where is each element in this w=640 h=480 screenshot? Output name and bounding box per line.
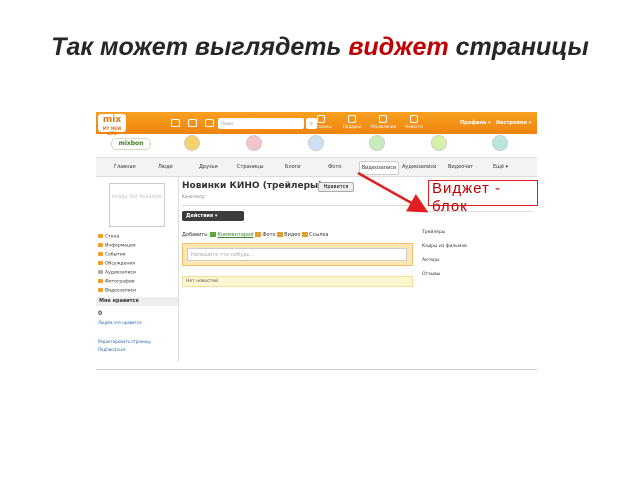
video-icon xyxy=(98,288,103,292)
add-link[interactable]: Ссылка xyxy=(309,232,328,238)
nav-gifts[interactable]: Подарки xyxy=(339,115,365,129)
slide-title-end: страницы xyxy=(448,33,589,61)
menu-info[interactable]: Информация xyxy=(98,243,176,249)
link-icon xyxy=(302,232,309,237)
post-input[interactable]: Напишите что-нибудь... xyxy=(187,248,407,261)
main-nav: Главная Люди Друзья Страницы Блоги Фото … xyxy=(96,157,537,177)
nav-home[interactable]: Главная xyxy=(114,164,136,170)
search-input[interactable]: Поиск xyxy=(218,118,304,129)
nav-ads[interactable]: Объявления xyxy=(370,115,396,129)
left-column: Image Not Available Стена Информация Соб… xyxy=(96,177,179,362)
like-button[interactable]: Нравится xyxy=(318,182,354,192)
divider xyxy=(182,205,413,206)
menu-photos[interactable]: Фотографии xyxy=(98,279,176,285)
widget-link-actors[interactable]: Актеры xyxy=(422,258,440,263)
target-icon[interactable] xyxy=(431,135,447,151)
audio-icon xyxy=(98,270,103,274)
nav-news[interactable]: Новости xyxy=(401,115,427,129)
subscribe-link[interactable]: Подписаться xyxy=(98,347,125,352)
trophy-icon[interactable] xyxy=(492,135,508,151)
menu-audio[interactable]: Аудиозаписи xyxy=(98,270,176,276)
comment-icon xyxy=(210,232,217,237)
notifications-icon[interactable] xyxy=(171,119,180,127)
nav-pages[interactable]: Страницы xyxy=(237,164,264,170)
balance: $ 799.51 0,00 xyxy=(576,115,590,139)
slide-title: Так может выглядеть виджет страницы xyxy=(0,33,640,62)
photo-icon xyxy=(98,279,103,283)
nav-shops[interactable]: Магазины xyxy=(308,115,334,129)
add-label: Добавить: xyxy=(182,232,209,238)
nav-more[interactable]: Ещё ▾ xyxy=(493,164,508,170)
page-title: Новинки КИНО (трейлеры)… xyxy=(182,181,332,191)
balance-amount: $ 799.51 xyxy=(576,116,590,129)
hammer-icon[interactable] xyxy=(369,135,385,151)
nav-audio[interactable]: Аудиозаписи xyxy=(402,164,436,170)
nav-photo[interactable]: Фото xyxy=(328,164,341,170)
news-icon xyxy=(410,115,418,123)
menu-videos[interactable]: Видеозаписи xyxy=(98,288,176,294)
actions-button[interactable]: Действия ▾ xyxy=(182,211,244,221)
nav-videos[interactable]: Видеозаписи xyxy=(359,161,399,175)
post-composer: Напишите что-нибудь... xyxy=(182,243,413,266)
likes-link[interactable]: Людям это нравится xyxy=(98,320,142,325)
edit-page-link[interactable]: Редактировать страницу xyxy=(98,339,151,344)
coin-icon[interactable] xyxy=(184,135,200,151)
photo-add-icon xyxy=(255,232,262,237)
profile-menu[interactable]: Профиль ▾ xyxy=(460,120,491,126)
likes-count: 0 xyxy=(98,310,103,317)
video-add-icon xyxy=(277,232,284,237)
widget-link-reviews[interactable]: Отзывы xyxy=(422,272,440,277)
info-icon xyxy=(98,243,103,247)
menu-events[interactable]: События xyxy=(98,252,176,258)
no-news-notice: Нет новостей. xyxy=(182,276,413,287)
page-category: Кинотеатр xyxy=(182,194,205,199)
main-content: Новинки КИНО (трейлеры)… Нравится Киноте… xyxy=(182,177,422,362)
chart-icon[interactable] xyxy=(246,135,262,151)
widget-link-trailers[interactable]: Трейлеры xyxy=(422,230,445,235)
menu-discussions[interactable]: Обсуждения xyxy=(98,261,176,267)
slide-title-start: Так может выглядеть xyxy=(51,33,349,61)
settings-menu[interactable]: Настройки ▾ xyxy=(496,120,531,126)
nav-videochat[interactable]: Видеочат xyxy=(448,164,473,170)
add-photo[interactable]: Фото xyxy=(262,232,275,238)
add-video[interactable]: Видео xyxy=(284,232,300,238)
balance-bonus: 0,00 xyxy=(576,132,585,137)
people-icon[interactable] xyxy=(308,135,324,151)
top-bar: mix MY NEW LIFE Поиск ⌕ Магазины Подарки … xyxy=(96,112,590,137)
bottom-divider xyxy=(96,369,537,370)
messages-icon[interactable] xyxy=(188,119,197,127)
page-avatar: Image Not Available xyxy=(109,183,165,227)
menu-wall[interactable]: Стена xyxy=(98,234,176,240)
nav-people[interactable]: Люди xyxy=(158,164,173,170)
friends-icon[interactable] xyxy=(205,119,214,127)
mixbon-logo[interactable]: mixbon xyxy=(111,138,151,150)
site-logo[interactable]: mix MY NEW LIFE xyxy=(98,114,126,136)
add-toolbar: Добавить: Комментарий Фото Видео Ссылка xyxy=(182,232,328,238)
widget-callout: Виджет - блок xyxy=(428,180,538,215)
nav-blogs[interactable]: Блоги xyxy=(285,164,301,170)
add-comment[interactable]: Комментарий xyxy=(217,232,253,238)
website-screenshot: mix MY NEW LIFE Поиск ⌕ Магазины Подарки … xyxy=(96,112,590,372)
ads-icon xyxy=(379,115,387,123)
callout-label: Виджет - блок xyxy=(432,180,502,215)
gift-icon xyxy=(348,115,356,123)
shop-icon xyxy=(317,115,325,123)
discussion-icon xyxy=(98,261,103,265)
nav-friends[interactable]: Друзья xyxy=(199,164,218,170)
wall-icon xyxy=(98,234,103,238)
calendar-icon xyxy=(98,252,103,256)
slide-title-highlight: виджет xyxy=(348,33,449,61)
likes-header: Мне нравится xyxy=(96,297,178,306)
widget-link-stills[interactable]: Кадры из фильмов xyxy=(422,244,467,249)
